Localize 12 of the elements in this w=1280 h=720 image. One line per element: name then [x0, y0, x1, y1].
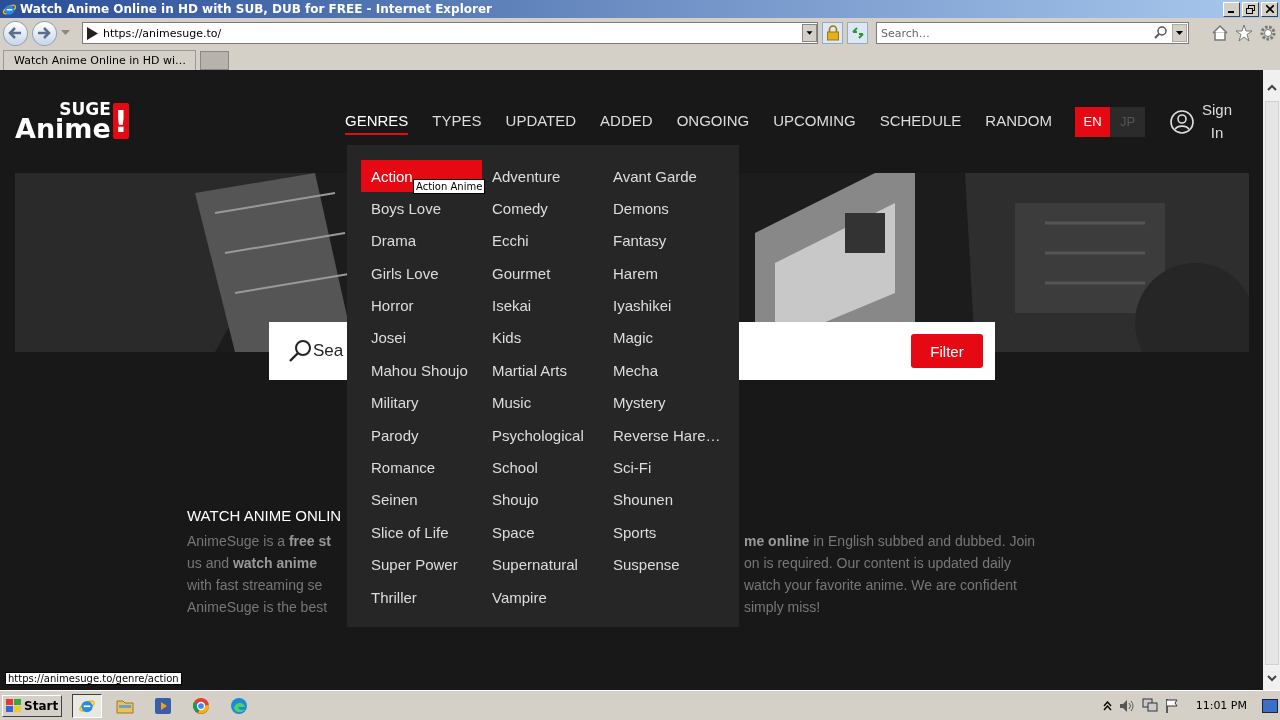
paragraph-text: AnimeSuge is the best — [187, 598, 329, 617]
paragraph-text: simply miss! — [744, 598, 822, 617]
section-heading: WATCH ANIME ONLIN — [187, 506, 343, 526]
paragraph-text: us and watch anime — [187, 554, 318, 573]
tooltip: Action Anime — [413, 179, 486, 194]
status-text: https://animesuge.to/genre/action — [5, 672, 182, 685]
paragraph-text: watch your favorite anime. We are confident — [744, 576, 1018, 595]
paragraph-text: me online in English subbed and dubbed. Join — [744, 532, 1037, 551]
paragraph-text: on is required. Our content is updated daily — [744, 554, 1012, 573]
window-title: Watch Anime Online in HD with SUB, DUB for FREE - Internet Explorer — [20, 2, 493, 16]
paragraph-text: with fast streaming se — [187, 576, 324, 595]
paragraph-text: AnimeSuge is a free st — [187, 532, 332, 551]
